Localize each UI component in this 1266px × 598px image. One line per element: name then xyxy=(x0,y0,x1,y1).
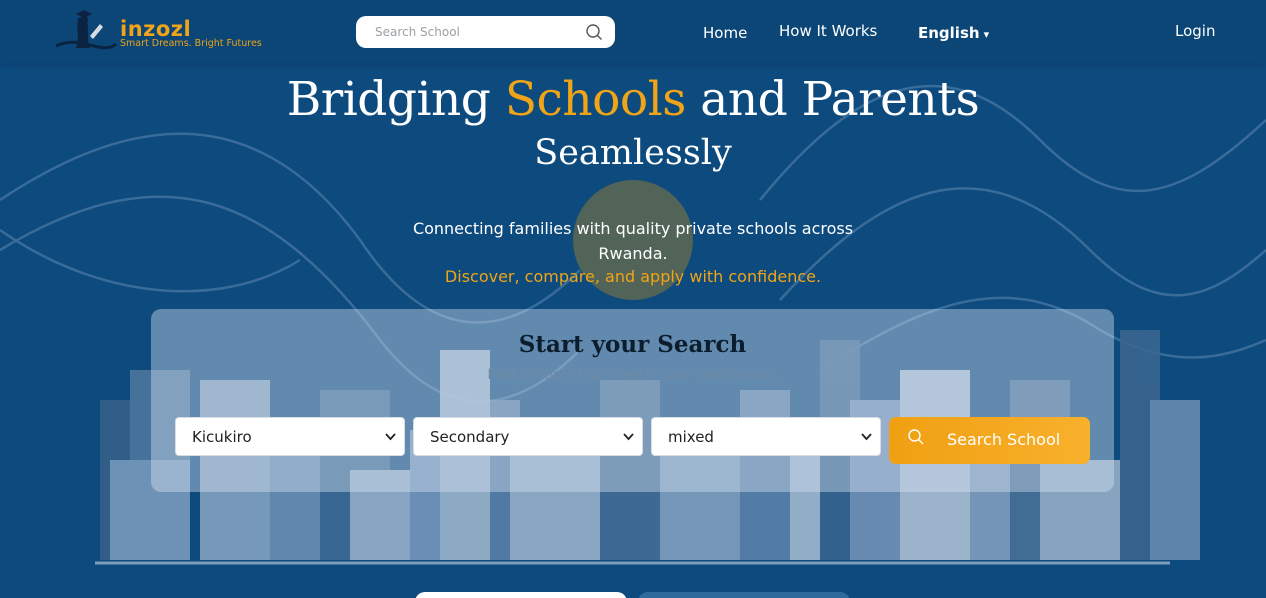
search-card: Start your Search Find schools that matc… xyxy=(151,309,1114,492)
hero-description-accent: Discover, compare, and apply with confid… xyxy=(444,267,822,286)
hero-description-line2: Rwanda. xyxy=(598,244,668,263)
gender-select[interactable]: mixed xyxy=(652,418,880,455)
hero-title-end: and Parents xyxy=(685,72,980,127)
site-header: inzozl Smart Dreams. Bright Futures Home… xyxy=(0,0,1266,63)
bottom-cta-secondary[interactable] xyxy=(638,592,850,598)
nav-how-it-works-link[interactable]: How It Works xyxy=(779,22,877,40)
hero-title: Bridging Schools and Parents xyxy=(0,72,1266,127)
header-search-input[interactable] xyxy=(375,22,575,42)
district-select-wrapper: Kicukiro xyxy=(175,417,405,456)
hero-title-highlight: Schools xyxy=(504,72,687,127)
search-school-button-label: Search School xyxy=(947,430,1061,449)
level-select-wrapper: Secondary xyxy=(413,417,643,456)
logo-graduate-icon xyxy=(55,10,118,50)
caret-down-icon: ▾ xyxy=(983,28,990,41)
search-card-subtitle: Find schools that match your preferences xyxy=(487,367,778,383)
brand-name: inzozl xyxy=(120,17,192,41)
search-school-button[interactable]: Search School xyxy=(889,417,1090,464)
language-label: English xyxy=(918,24,980,42)
search-card-title: Start your Search xyxy=(518,331,747,358)
gender-select-wrapper: mixed xyxy=(651,417,881,456)
level-select[interactable]: Secondary xyxy=(414,418,642,455)
hero-description-line1: Connecting families with quality private… xyxy=(412,219,854,238)
search-icon xyxy=(908,429,924,445)
nav-login-link[interactable]: Login xyxy=(1175,22,1215,40)
hero-title-start: Bridging xyxy=(286,72,505,127)
brand-tagline: Smart Dreams. Bright Futures xyxy=(120,38,262,49)
district-select[interactable]: Kicukiro xyxy=(176,418,404,455)
bottom-cta-primary[interactable] xyxy=(415,592,627,598)
nav-home-link[interactable]: Home xyxy=(703,24,747,42)
hero-description: Connecting families with quality private… xyxy=(0,216,1266,266)
language-selector[interactable]: English ▾ xyxy=(918,24,989,42)
search-icon[interactable] xyxy=(585,23,603,41)
brand-logo[interactable]: inzozl Smart Dreams. Bright Futures xyxy=(50,6,280,56)
header-search-box[interactable] xyxy=(356,16,615,48)
hero-subtitle: Seamlessly xyxy=(534,133,732,173)
